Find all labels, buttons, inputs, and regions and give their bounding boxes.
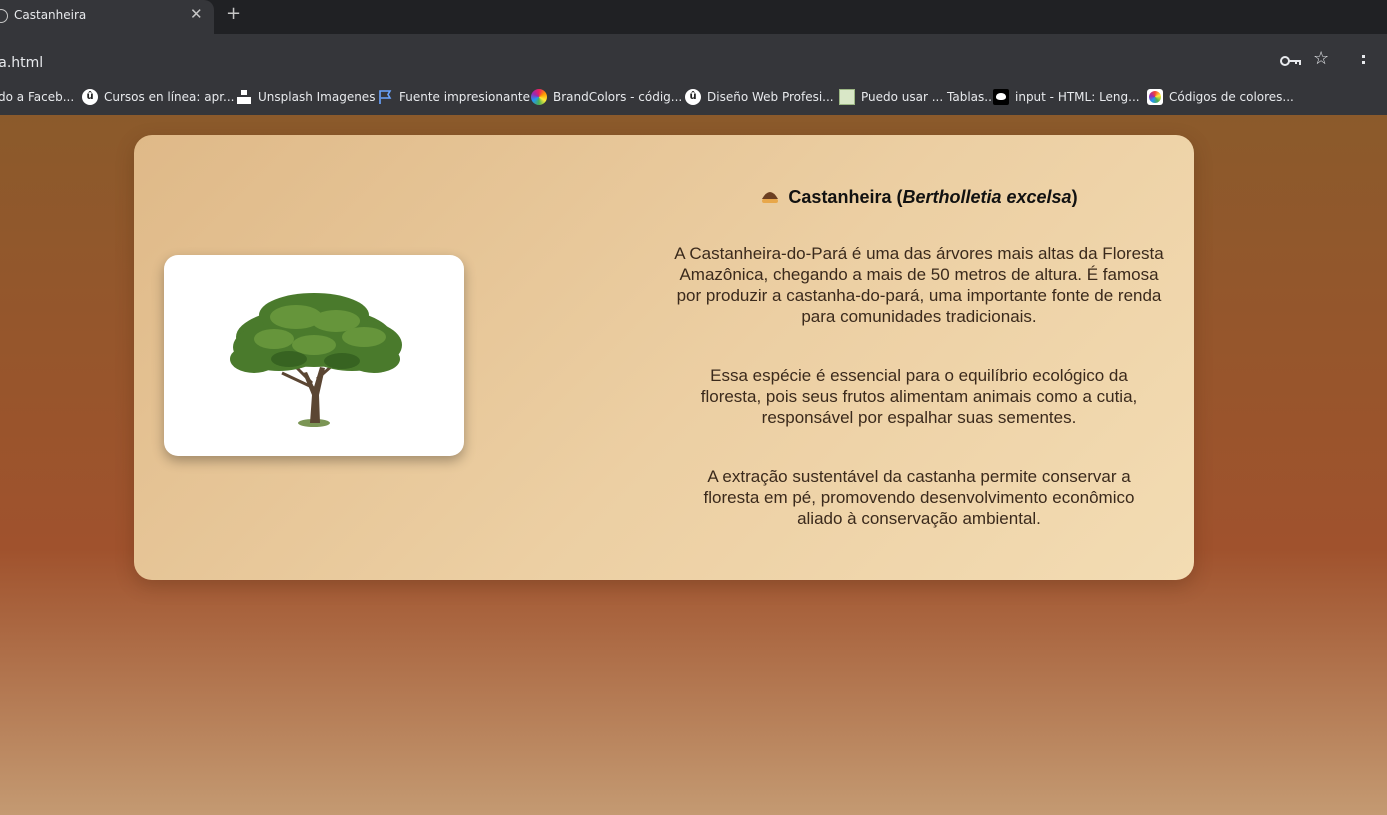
new-tab-button[interactable]: + [226,3,241,24]
extensions-icon[interactable] [1360,52,1370,72]
paragraph-intro: A Castanheira-do-Pará é uma das árvores … [674,244,1164,326]
bookmark-label: input - HTML: Leng... [1015,90,1140,104]
color-wheel-icon [1147,89,1163,105]
paragraph-sustainability: A extração sustentável da castanha permi… [703,467,1135,528]
unsplash-icon [236,89,252,105]
bookmark-label: Unsplash Imagenes [258,90,376,104]
page-viewport: Castanheira (Bertholletia excelsa) A Cas… [0,115,1387,815]
paragraph-ecology: Essa espécie é essencial para o equilíbr… [700,366,1138,427]
close-tab-icon[interactable]: ✕ [190,5,203,23]
title-close-paren: ) [1071,186,1078,207]
bookmark-label: BrandColors - códig... [553,90,683,104]
bookmark-label: Códigos de colores... [1169,90,1294,104]
chestnut-icon [762,192,779,203]
bookmark-star-icon[interactable]: ☆ [1313,50,1329,68]
bookmark-label: Cursos en línea: apr... [104,90,235,104]
text-column: Castanheira (Bertholletia excelsa) A Cas… [664,185,1174,529]
bookmark-mdn[interactable]: input - HTML: Leng... [993,86,1140,108]
url-text[interactable]: eira.html [0,55,43,71]
browser-toolbar: eira.html ☆ [0,34,1387,80]
bookmark-label: do a Faceb... [0,90,75,104]
bookmark-udemy-diseno[interactable]: û Diseño Web Profesi... [685,86,834,108]
title-name: Castanheira ( [788,186,903,207]
bookmark-label: Diseño Web Profesi... [707,90,834,104]
tree-illustration [230,293,402,427]
page-title: Castanheira (Bertholletia excelsa) [664,185,1174,209]
bookmark-udemy-cursos[interactable]: û Cursos en línea: apr... [82,86,235,108]
tab-strip: Castanheira ✕ + [0,0,1387,34]
address-bar[interactable]: eira.html ☆ [0,40,1368,74]
udemy-icon: û [685,89,701,105]
flag-icon [379,90,392,104]
bookmarks-bar: do a Faceb... û Cursos en línea: apr... … [0,80,1387,115]
info-card: Castanheira (Bertholletia excelsa) A Cas… [134,135,1194,580]
brandcolors-icon [531,89,547,105]
title-scientific-name: Bertholletia excelsa [902,186,1072,207]
bookmark-color-codes[interactable]: Códigos de colores... [1147,86,1294,108]
caniuse-icon [839,89,855,105]
bookmark-caniuse[interactable]: Puedo usar ... Tablas... [839,86,996,108]
udemy-icon: û [82,89,98,105]
browser-tab[interactable]: Castanheira ✕ [0,0,214,34]
tree-image [164,255,464,456]
globe-icon [0,9,8,23]
bookmark-label: Puedo usar ... Tablas... [861,90,996,104]
password-key-icon[interactable] [1280,54,1302,68]
bookmark-font-awesome[interactable]: Fuente impresionante [377,86,530,108]
bookmark-brandcolors[interactable]: BrandColors - códig... [531,86,682,108]
bookmark-unsplash[interactable]: Unsplash Imagenes [236,86,375,108]
bookmark-label: Fuente impresionante [399,90,531,104]
mdn-icon [993,89,1009,105]
tab-title: Castanheira [14,8,87,22]
bookmark-facebook[interactable]: do a Faceb... [0,86,74,108]
